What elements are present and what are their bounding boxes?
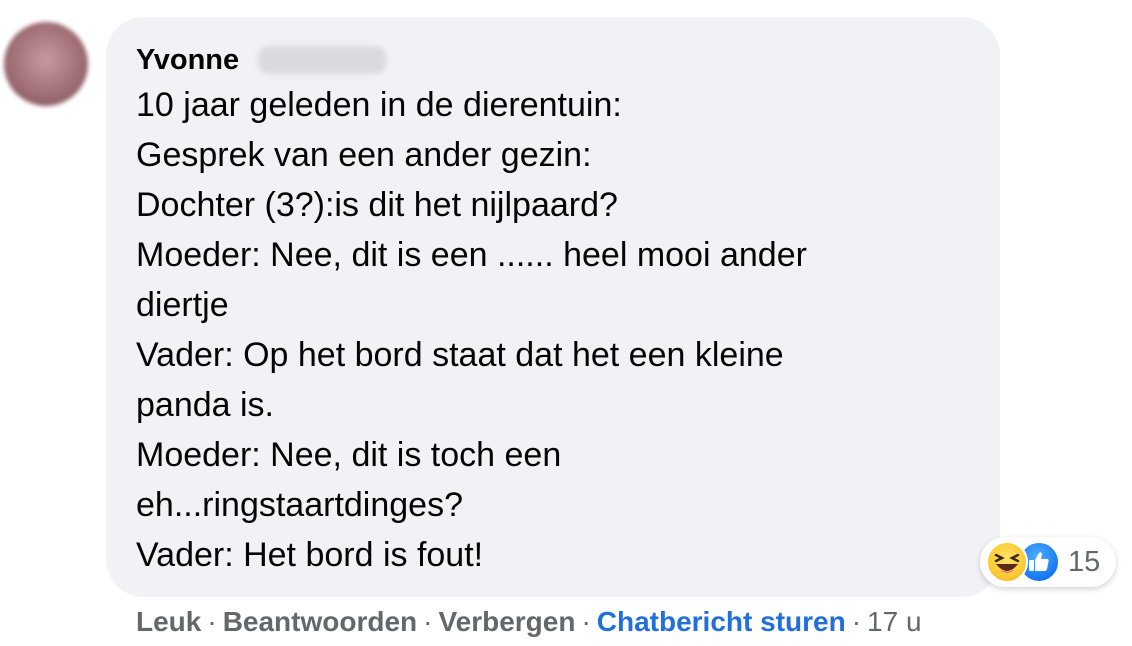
reaction-summary[interactable]: 15 xyxy=(980,537,1116,587)
comment-line: Dochter (3?):is dit het nijlpaard? xyxy=(136,186,618,224)
comment-line: Moeder: Nee, dit is toch een xyxy=(136,436,562,474)
separator: · xyxy=(207,606,217,637)
reply-button[interactable]: Beantwoorden xyxy=(223,606,417,637)
comment-line: panda is. xyxy=(136,386,274,424)
comment-line: diertje xyxy=(136,286,229,324)
separator: · xyxy=(581,606,591,637)
haha-icon xyxy=(986,541,1028,583)
author-lastname-redaction xyxy=(258,46,386,74)
comment-author[interactable]: Yvonne xyxy=(136,40,239,80)
separator: · xyxy=(851,606,862,637)
comment-text: 10 jaar geleden in de dierentuin: Gespre… xyxy=(136,80,986,580)
comment-line: Vader: Het bord is fout! xyxy=(136,536,484,574)
comment-line: eh...ringstaartdinges? xyxy=(136,486,463,524)
like-button[interactable]: Leuk xyxy=(136,606,201,637)
comment-line: Vader: Op het bord staat dat het een kle… xyxy=(136,336,784,374)
hide-button[interactable]: Verbergen xyxy=(438,606,575,637)
comment-line: 10 jaar geleden in de dierentuin: xyxy=(136,86,622,124)
avatar[interactable] xyxy=(4,22,88,106)
timestamp-link[interactable]: 17 u xyxy=(867,606,922,637)
comment-line: Moeder: Nee, dit is een ...... heel mooi… xyxy=(136,236,807,274)
separator: · xyxy=(423,606,433,637)
comment-actions: Leuk · Beantwoorden · Verbergen · Chatbericht … xyxy=(136,603,922,641)
reaction-count: 15 xyxy=(1068,546,1101,578)
send-message-button[interactable]: Chatbericht sturen xyxy=(597,606,846,637)
comment-line: Gesprek van een ander gezin: xyxy=(136,136,592,174)
